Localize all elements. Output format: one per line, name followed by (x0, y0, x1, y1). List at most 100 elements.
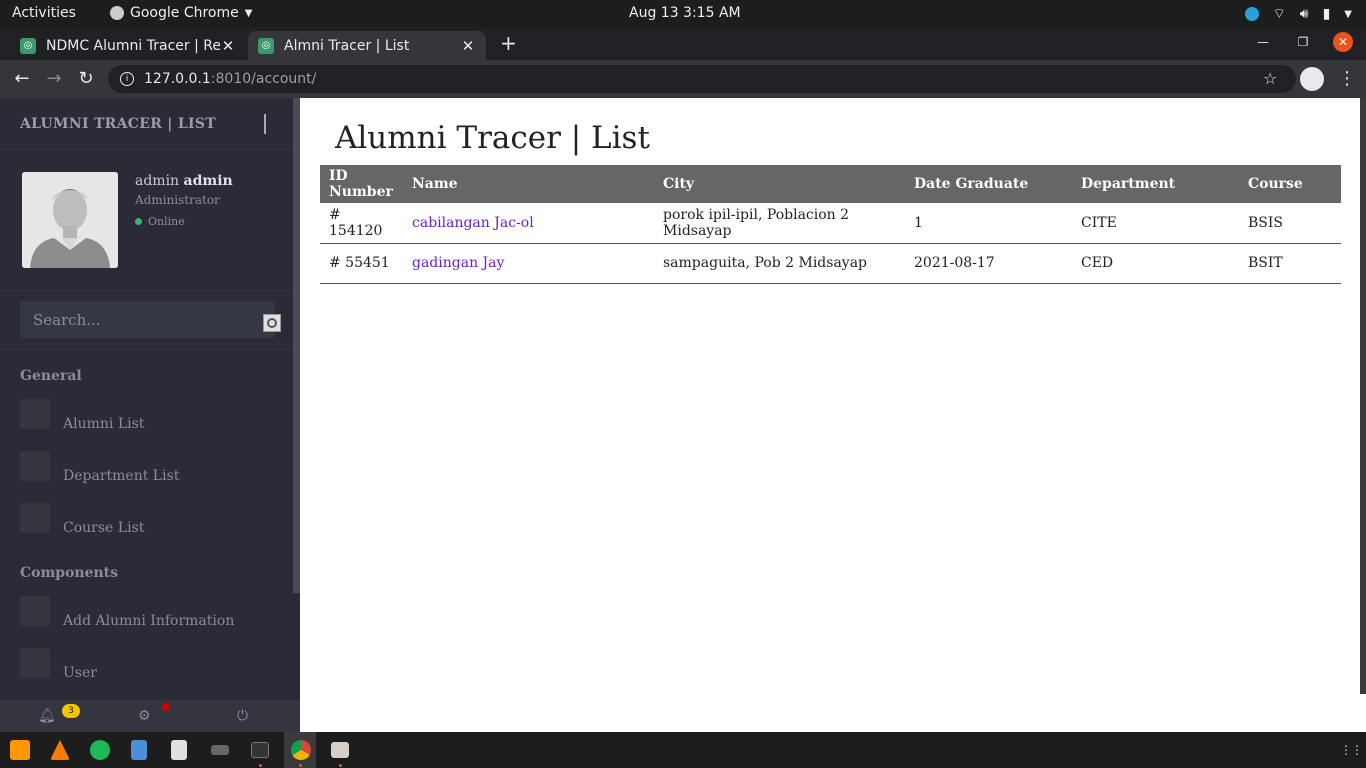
files-icon[interactable] (331, 742, 349, 758)
avatar-silhouette-icon (22, 172, 118, 268)
section-title-general: General (20, 368, 82, 384)
sidebar-brand[interactable]: ALUMNI TRACER | LIST (20, 116, 216, 132)
sidebar-item-department-list[interactable]: Department List (20, 451, 270, 485)
cell-name: gadingan Jay (403, 243, 654, 284)
address-bar[interactable]: i 127.0.0.1:8010/account/ (108, 65, 1296, 93)
column-header-date-graduate: Date Graduate (914, 176, 1029, 192)
sidebar-item-user[interactable]: User (20, 648, 270, 682)
chrome-dock-icon[interactable] (291, 740, 311, 760)
wifi-icon: ⌔ (1272, 6, 1286, 22)
sidebar-item-label: Alumni List (63, 416, 145, 432)
site-info-icon[interactable]: i (120, 72, 134, 86)
browser-tab-strip: ◎ NDMC Alumni Tracer | Reg ✕ ◎ Almni Tra… (0, 27, 1366, 60)
sidebar-item-add-alumni[interactable]: Add Alumni Information (20, 596, 270, 630)
url-path: :8010/account/ (210, 71, 317, 87)
sidebar-toggle-icon[interactable] (264, 114, 266, 134)
alumni-name-link[interactable]: cabilangan Jac-ol (412, 215, 534, 231)
search-input[interactable] (20, 301, 240, 338)
sidebar-item-label: Department List (63, 468, 180, 484)
sidebar-item-alumni-list[interactable]: Alumni List (20, 399, 270, 433)
online-dot-icon (135, 218, 142, 225)
page-title: Alumni Tracer | List (335, 120, 650, 156)
cell-city: porok ipil-ipil, Poblacion 2 Midsayap (654, 203, 905, 244)
cell-department: CITE (1072, 203, 1239, 244)
column-header-city: City (663, 176, 695, 192)
cell-course: BSIT (1239, 243, 1341, 284)
user-icon (20, 648, 50, 678)
tab-close-icon[interactable]: ✕ (460, 37, 476, 55)
page-scrollbar[interactable] (1360, 98, 1366, 694)
site-favicon-icon: ◎ (20, 37, 36, 54)
main-content: Alumni Tracer | List ID Number Name City… (300, 98, 1366, 732)
cell-id: # 154120 (320, 203, 403, 244)
cell-date-graduate: 2021-08-17 (905, 243, 1072, 284)
sidebar-item-course-list[interactable]: Course List (20, 503, 270, 537)
user-status-label: Online (148, 215, 185, 228)
forward-arrow-icon[interactable]: → (44, 68, 64, 89)
sidebar-item-label: User (63, 665, 97, 681)
user-avatar (22, 172, 118, 268)
user-role: Administrator (135, 193, 220, 207)
clock[interactable]: Aug 13 3:15 AM (629, 5, 741, 21)
table-header-row: ID Number Name City Date Graduate Depart… (320, 165, 1341, 203)
power-icon[interactable]: ⏻ (237, 708, 248, 724)
bookmark-star-icon[interactable]: ☆ (1263, 69, 1277, 88)
tab-close-icon[interactable]: ✕ (220, 37, 236, 55)
text-editor-icon[interactable] (131, 740, 147, 760)
back-arrow-icon[interactable]: ← (12, 68, 32, 89)
activities-button[interactable]: Activities (12, 5, 76, 21)
divider (0, 290, 293, 291)
volume-icon: 🔊︎ (1299, 6, 1309, 22)
profile-avatar-icon[interactable] (1300, 67, 1324, 91)
notification-badge: 3 (62, 704, 80, 718)
divider (0, 149, 293, 150)
vlc-icon[interactable] (50, 740, 70, 760)
table-row: # 154120 cabilangan Jac-ol porok ipil-ip… (320, 203, 1341, 244)
browser-tab-registration[interactable]: ◎ NDMC Alumni Tracer | Reg ✕ (10, 31, 246, 60)
user-last-name: admin (183, 173, 233, 189)
browser-tab-list[interactable]: ◎ Almni Tracer | List ✕ (248, 31, 486, 60)
show-applications-icon[interactable]: ⋮⋮⋮ (1340, 743, 1366, 757)
alumni-list-icon (20, 399, 50, 429)
running-indicator (339, 764, 342, 767)
settings-alert-dot (162, 703, 170, 711)
utility-app-icon[interactable] (211, 745, 229, 755)
alumni-name-link[interactable]: gadingan Jay (412, 255, 504, 271)
user-first-name: admin (135, 173, 180, 189)
sidebar-footer: 🔔︎ 3 ⚙ ⏻ (0, 700, 300, 732)
cell-city: sampaguita, Pob 2 Midsayap (654, 243, 905, 284)
cards-app-icon[interactable] (171, 740, 187, 760)
window-close-icon[interactable]: ✕ (1333, 32, 1353, 52)
sidebar-scrollbar[interactable] (293, 98, 300, 593)
app-menu[interactable]: Google Chrome ▼ (110, 5, 252, 21)
terminal-icon[interactable] (251, 742, 269, 758)
sidebar-search (20, 301, 281, 338)
chrome-icon (110, 6, 124, 20)
minimize-icon[interactable]: — (1253, 32, 1273, 52)
column-header-name: Name (412, 176, 458, 192)
sublime-text-icon[interactable] (10, 740, 30, 760)
url-host: 127.0.0.1 (144, 71, 211, 87)
system-tray[interactable]: ⌔ 🔊︎ ▮ ▼ (1244, 5, 1352, 23)
search-icon[interactable] (263, 314, 281, 332)
cell-department: CED (1072, 243, 1239, 284)
app-menu-label: Google Chrome (130, 5, 239, 21)
site-favicon-icon: ◎ (258, 37, 274, 54)
spotify-icon[interactable] (90, 740, 110, 760)
column-header-id: ID Number (329, 168, 393, 200)
table-row: # 55451 gadingan Jay sampaguita, Pob 2 M… (320, 243, 1341, 284)
reload-icon[interactable]: ↻ (76, 68, 96, 89)
alumni-table: ID Number Name City Date Graduate Depart… (320, 165, 1341, 284)
cell-id: # 55451 (320, 243, 403, 284)
telegram-icon[interactable] (1244, 7, 1259, 21)
bell-icon[interactable]: 🔔︎ (38, 708, 56, 724)
chrome-menu-icon[interactable]: ⋮ (1338, 68, 1356, 89)
system-top-bar: Activities Google Chrome ▼ Aug 13 3:15 A… (0, 0, 1366, 27)
maximize-icon[interactable]: ❐ (1293, 32, 1313, 52)
column-header-course: Course (1248, 176, 1303, 192)
new-tab-icon[interactable]: + (500, 31, 517, 55)
course-list-icon (20, 503, 50, 533)
gear-icon[interactable]: ⚙ (138, 708, 151, 724)
battery-icon: ▮ (1322, 6, 1331, 22)
power-menu-icon: ▼ (1344, 8, 1352, 20)
